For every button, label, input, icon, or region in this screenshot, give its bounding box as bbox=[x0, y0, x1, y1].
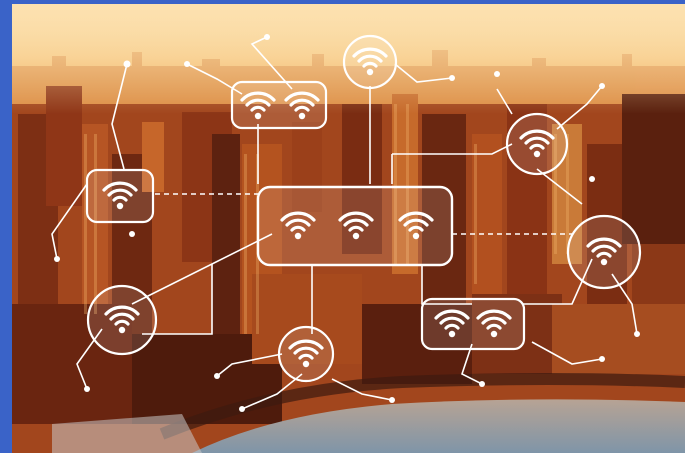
wifi-hub-left-low bbox=[86, 284, 158, 356]
wifi-hub-bottom bbox=[277, 325, 335, 383]
wifi-hub-bottom-right bbox=[420, 297, 526, 351]
network-illustration bbox=[12, 4, 685, 453]
wifi-hub-top-double bbox=[230, 80, 328, 130]
wifi-hub-center bbox=[256, 185, 454, 267]
city-network-photo bbox=[12, 4, 685, 453]
wifi-hub-left bbox=[85, 168, 155, 224]
wifi-hub-right-mid bbox=[566, 214, 642, 290]
wifi-hub-top-circle bbox=[342, 34, 398, 90]
wifi-hub-right-top bbox=[505, 112, 569, 176]
